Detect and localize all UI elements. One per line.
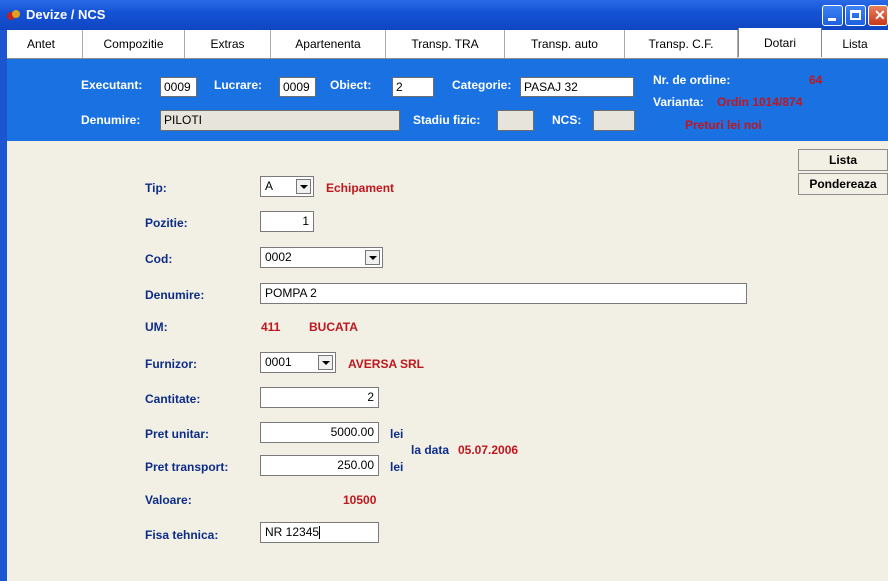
valoare-value: 10500 [343, 493, 377, 507]
tip-label: Tip: [145, 181, 167, 195]
stadiu-label: Stadiu fizic: [413, 113, 481, 127]
tab-transp-tra[interactable]: Transp. TRA [386, 30, 505, 58]
left-border [0, 30, 7, 581]
preturi-note: Preturi lei noi [685, 118, 762, 132]
denumire-field[interactable]: POMPA 2 [260, 283, 747, 304]
pozitie-label: Pozitie: [145, 216, 188, 230]
header-panel: Executant: 0009 Lucrare: 0009 Obiect: 2 … [7, 59, 888, 141]
furnizor-value: 0001 [265, 355, 292, 369]
lucrare-label: Lucrare: [214, 78, 263, 92]
cod-value: 0002 [265, 250, 292, 264]
categorie-label: Categorie: [452, 78, 512, 92]
pret-unitar-field[interactable]: 5000.00 [260, 422, 379, 443]
fisa-field[interactable]: NR 12345 [260, 522, 379, 543]
la-data-label: la data [411, 443, 450, 457]
pret-unitar-currency: lei [390, 427, 404, 441]
ncs-label: NCS: [552, 113, 582, 127]
varianta-label: Varianta: [653, 95, 704, 109]
text-cursor [319, 526, 321, 540]
denumire-header-label: Denumire: [81, 113, 141, 127]
tab-transp-cf[interactable]: Transp. C.F. [625, 30, 738, 58]
la-data-value: 05.07.2006 [458, 443, 519, 457]
tip-value: A [265, 179, 274, 193]
furnizor-label: Furnizor: [145, 357, 197, 371]
denumire-label: Denumire: [145, 288, 205, 302]
tab-lista[interactable]: Lista [822, 30, 888, 58]
close-button[interactable]: ✕ [868, 5, 888, 26]
pret-transport-label: Pret transport: [145, 460, 229, 474]
furnizor-select[interactable]: 0001 [260, 352, 336, 373]
title-bar: Devize / NCS ✕ [0, 0, 888, 30]
lucrare-field[interactable]: 0009 [279, 77, 316, 97]
pozitie-field[interactable]: 1 [260, 211, 314, 232]
um-code: 411 [261, 320, 281, 334]
chevron-down-icon[interactable] [365, 250, 380, 265]
valoare-label: Valoare: [145, 493, 192, 507]
cod-label: Cod: [145, 252, 173, 266]
minimize-button[interactable] [822, 5, 843, 26]
nr-ordine-value: 64 [809, 73, 823, 87]
pret-transport-field[interactable]: 250.00 [260, 455, 379, 476]
varianta-value: Ordin 1014/874 [717, 95, 803, 109]
window-title: Devize / NCS [26, 7, 106, 22]
executant-label: Executant: [81, 78, 143, 92]
lista-button[interactable]: Lista [798, 149, 888, 171]
close-icon: ✕ [874, 7, 886, 23]
tip-description: Echipament [326, 181, 395, 195]
nr-ordine-label: Nr. de ordine: [653, 73, 731, 87]
executant-field[interactable]: 0009 [160, 77, 197, 97]
cod-select[interactable]: 0002 [260, 247, 383, 268]
cantitate-field[interactable]: 2 [260, 387, 379, 408]
pret-transport-currency: lei [390, 460, 404, 474]
app-icon [7, 10, 20, 20]
um-label: UM: [145, 320, 168, 334]
fisa-value: NR 12345 [265, 525, 320, 539]
um-description: BUCATA [309, 320, 358, 334]
tab-antet[interactable]: Antet [0, 30, 83, 58]
cantitate-label: Cantitate: [145, 392, 201, 406]
furnizor-description: AVERSA SRL [348, 357, 425, 371]
stadiu-field[interactable] [497, 110, 534, 131]
obiect-field[interactable]: 2 [392, 77, 434, 97]
denumire-header-field[interactable]: PILOTI [160, 110, 400, 131]
maximize-button[interactable] [845, 5, 866, 26]
ncs-field[interactable] [593, 110, 635, 131]
chevron-down-icon[interactable] [318, 355, 333, 370]
tab-dotari[interactable]: Dotari [738, 28, 822, 57]
pret-unitar-label: Pret unitar: [145, 427, 210, 441]
tip-select[interactable]: A [260, 176, 314, 197]
chevron-down-icon[interactable] [296, 179, 311, 194]
tab-extras[interactable]: Extras [185, 30, 271, 58]
obiect-label: Obiect: [330, 78, 372, 92]
tab-transp-auto[interactable]: Transp. auto [505, 30, 625, 58]
tab-apartenenta[interactable]: Apartenenta [271, 30, 386, 58]
categorie-field[interactable]: PASAJ 32 [520, 77, 634, 97]
tab-bar: Antet Compozitie Extras Apartenenta Tran… [0, 28, 888, 59]
tab-compozitie[interactable]: Compozitie [83, 30, 185, 58]
ponderare-button[interactable]: Pondereaza [798, 173, 888, 195]
fisa-label: Fisa tehnica: [145, 528, 219, 542]
